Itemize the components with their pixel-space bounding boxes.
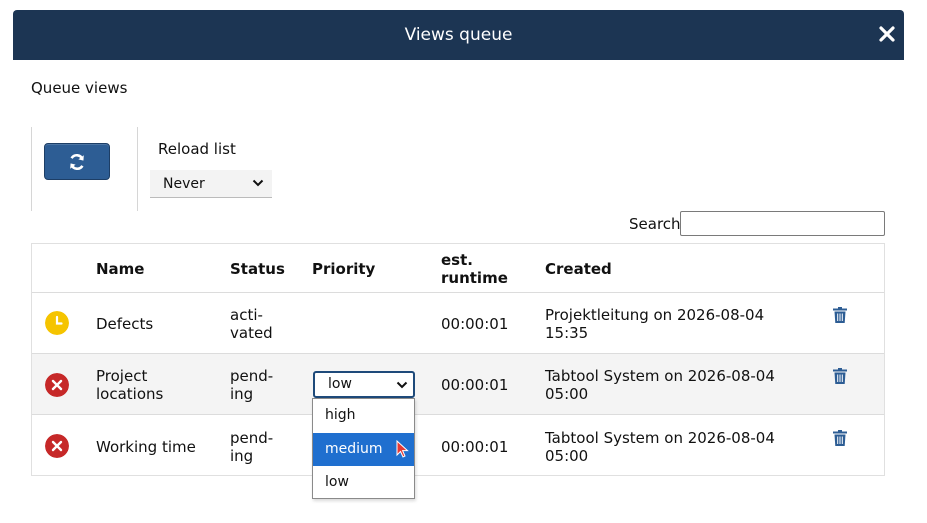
mouse-cursor-icon — [396, 440, 409, 458]
header-runtime-line1: est. — [441, 251, 473, 269]
divider — [31, 127, 32, 211]
header-runtime: est. runtime — [441, 251, 508, 287]
priority-select[interactable]: low — [313, 371, 415, 398]
reload-label: Reload list — [158, 140, 236, 158]
trash-icon[interactable] — [833, 430, 847, 446]
row-name: Project locations — [96, 367, 163, 403]
row-status: pend- ing — [230, 367, 273, 403]
row-status: pend- ing — [230, 429, 273, 465]
row-created: Projektleitung on 2026-08-04 15:35 — [545, 306, 764, 342]
table-row: Defects acti- vated 00:00:01 Projektleit… — [32, 293, 884, 354]
row-name: Defects — [96, 315, 154, 333]
clock-icon — [45, 311, 69, 335]
row-name-line2: locations — [96, 385, 164, 403]
row-runtime: 00:00:01 — [441, 438, 509, 456]
priority-option-low[interactable]: low — [313, 466, 414, 499]
row-status-line2: vated — [230, 324, 273, 342]
priority-option-high[interactable]: high — [313, 399, 414, 432]
row-name: Working time — [96, 438, 196, 456]
row-runtime: 00:00:01 — [441, 315, 509, 333]
row-status-line1: acti- — [230, 306, 263, 324]
reload-interval-select[interactable]: Never — [150, 170, 272, 198]
header-status: Status — [230, 260, 285, 278]
header-runtime-line2: runtime — [441, 269, 508, 287]
table-row: Working time pend- ing 00:00:01 Tabtool … — [32, 415, 884, 476]
row-status-line2: ing — [230, 447, 254, 465]
row-status-line2: ing — [230, 385, 254, 403]
row-created: Tabtool System on 2026-08-04 05:00 — [545, 429, 775, 465]
row-status: acti- vated — [230, 306, 273, 342]
trash-icon[interactable] — [833, 368, 847, 384]
chevron-down-icon — [252, 179, 264, 187]
table-row: Project locations pend- ing low 00:00:01… — [32, 354, 884, 415]
header-created: Created — [545, 260, 612, 278]
row-created-line2: 05:00 — [545, 385, 589, 403]
search-input[interactable] — [680, 211, 885, 236]
row-created-line1: Tabtool System on 2026-08-04 — [545, 367, 775, 385]
dialog-header: Views queue — [13, 10, 904, 60]
row-name-line1: Project — [96, 367, 148, 385]
row-created-line1: Projektleitung on 2026-08-04 — [545, 306, 765, 324]
refresh-button[interactable] — [44, 143, 110, 180]
chevron-down-icon — [396, 381, 408, 389]
table-header-row: Name Status Priority est. runtime Create… — [32, 244, 884, 293]
header-priority: Priority — [312, 260, 376, 278]
refresh-icon — [70, 153, 84, 170]
dialog-title: Views queue — [404, 25, 513, 45]
row-status-line1: pend- — [230, 429, 274, 447]
trash-icon[interactable] — [833, 307, 847, 323]
row-created: Tabtool System on 2026-08-04 05:00 — [545, 367, 775, 403]
reload-interval-value: Never — [163, 175, 205, 192]
error-icon — [45, 434, 69, 458]
error-icon — [45, 373, 69, 397]
search-label: Search — [629, 215, 681, 233]
row-status-line1: pend- — [230, 367, 274, 385]
section-title: Queue views — [31, 79, 128, 97]
row-runtime: 00:00:01 — [441, 376, 509, 394]
row-created-line2: 15:35 — [545, 324, 589, 342]
header-name: Name — [96, 260, 145, 278]
divider — [137, 127, 138, 211]
close-icon[interactable] — [876, 23, 898, 45]
row-created-line1: Tabtool System on 2026-08-04 — [545, 429, 775, 447]
row-created-line2: 05:00 — [545, 447, 589, 465]
queue-table: Name Status Priority est. runtime Create… — [31, 243, 885, 476]
priority-select-value: low — [328, 376, 352, 392]
